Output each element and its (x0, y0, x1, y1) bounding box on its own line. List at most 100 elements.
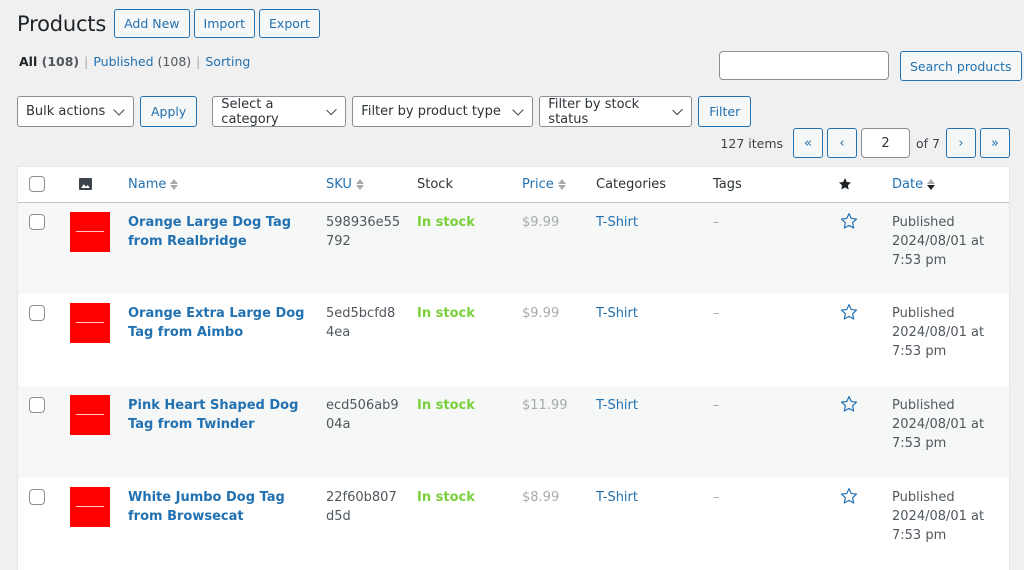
date-status: Published (892, 398, 955, 413)
product-tags: – (713, 214, 720, 230)
product-price: $8.99 (522, 490, 560, 505)
date-value: 2024/08/01 at 7:53 pm (892, 509, 985, 543)
row-select-cell (18, 294, 62, 386)
categories-header: Categories (588, 167, 705, 203)
search-input[interactable] (719, 51, 889, 80)
stock-status: In stock (417, 306, 475, 321)
date-value: 2024/08/01 at 7:53 pm (892, 325, 985, 359)
sku-cell: 5ed5bcfd84ea (318, 294, 409, 386)
prev-page-button[interactable]: ‹ (827, 128, 858, 158)
product-thumbnail[interactable] (70, 395, 110, 435)
row-checkbox[interactable] (29, 213, 45, 230)
sort-icon (170, 178, 179, 190)
items-count: 127 items (720, 135, 784, 151)
category-cell: T-Shirt (588, 202, 705, 294)
first-page-button[interactable]: « (793, 128, 824, 158)
featured-cell (828, 202, 884, 294)
tags-cell: – (705, 202, 828, 294)
bulk-actions-select[interactable]: Bulk actions (17, 96, 134, 127)
star-icon (838, 178, 852, 190)
name-header[interactable]: Name (120, 167, 318, 203)
sku-cell: 598936e55792 (318, 202, 409, 294)
apply-button[interactable]: Apply (140, 96, 198, 127)
product-thumbnail[interactable] (70, 303, 110, 343)
search-products-button[interactable]: Search products (900, 51, 1022, 81)
row-select-cell (18, 478, 62, 570)
product-type-select[interactable]: Filter by product type (352, 96, 534, 127)
stock-status-select[interactable]: Filter by stock status (539, 96, 693, 127)
select-all-cell (18, 167, 62, 203)
import-button[interactable]: Import (193, 9, 256, 38)
stock-status: In stock (417, 490, 475, 505)
price-header[interactable]: Price (514, 167, 588, 203)
sku-sort-link[interactable]: SKU (326, 177, 364, 192)
stock-cell: In stock (409, 202, 514, 294)
view-all-link[interactable]: All (108) (19, 54, 79, 69)
total-pages: of 7 (916, 135, 940, 151)
current-page-input[interactable] (861, 128, 911, 158)
row-checkbox[interactable] (29, 397, 45, 413)
stock-status: In stock (417, 214, 475, 230)
stock-cell: In stock (409, 478, 514, 570)
product-tags: – (713, 398, 720, 413)
stock-cell: In stock (409, 294, 514, 386)
category-link[interactable]: T-Shirt (596, 398, 638, 413)
export-button[interactable]: Export (259, 9, 320, 38)
featured-star-icon[interactable] (840, 487, 858, 505)
featured-star-icon[interactable] (840, 212, 858, 230)
featured-star-icon[interactable] (840, 303, 858, 321)
tags-header: Tags (705, 167, 828, 203)
sku-header[interactable]: SKU (318, 167, 409, 203)
date-sort-link[interactable]: Date (892, 177, 936, 192)
search-box: Search products (719, 51, 1022, 81)
product-price: $9.99 (522, 306, 560, 321)
name-cell: White Jumbo Dog Tag from Browsecat (120, 478, 318, 570)
view-published-label: Published (93, 54, 154, 69)
category-link[interactable]: T-Shirt (596, 490, 638, 505)
add-new-button[interactable]: Add New (114, 9, 190, 38)
product-thumbnail[interactable] (70, 487, 110, 527)
price-cell: $8.99 (514, 478, 588, 570)
product-name-link[interactable]: Pink Heart Shaped Dog Tag from Twinder (128, 398, 298, 432)
product-price: $9.99 (522, 214, 560, 230)
category-link[interactable]: T-Shirt (596, 306, 638, 321)
price-sort-link[interactable]: Price (522, 177, 566, 192)
thumb-header (62, 167, 120, 203)
sort-icon (557, 178, 566, 190)
stock-status-label: Filter by stock status (548, 96, 640, 127)
filter-button[interactable]: Filter (698, 96, 752, 127)
separator: | (84, 54, 89, 69)
category-link[interactable]: T-Shirt (596, 215, 638, 230)
product-thumbnail[interactable] (70, 211, 110, 252)
last-page-button[interactable]: » (980, 128, 1010, 158)
product-name-link[interactable]: Orange Large Dog Tag from Realbridge (128, 215, 291, 249)
name-sort-link[interactable]: Name (128, 177, 179, 192)
next-page-button[interactable]: › (946, 128, 976, 158)
product-name-link[interactable]: Orange Extra Large Dog Tag from Aimbo (128, 306, 304, 340)
product-sku: 598936e55792 (326, 214, 401, 249)
date-status: Published (892, 306, 955, 321)
category-cell: T-Shirt (588, 386, 705, 478)
product-tags: – (713, 490, 720, 505)
category-cell: T-Shirt (588, 478, 705, 570)
select-all-checkbox[interactable] (29, 176, 45, 193)
filter-bar: Bulk actions Apply Select a category Fil… (17, 96, 752, 127)
table-row: White Jumbo Dog Tag from Browsecat 22f60… (18, 478, 1009, 570)
category-select[interactable]: Select a category (212, 96, 347, 127)
view-published-link[interactable]: Published (108) (93, 54, 191, 69)
sku-cell: 22f60b807d5d (318, 478, 409, 570)
table-row: Orange Extra Large Dog Tag from Aimbo 5e… (18, 294, 1009, 386)
row-checkbox[interactable] (29, 305, 45, 321)
thumb-cell (62, 386, 120, 478)
sort-icon (355, 178, 364, 190)
date-header[interactable]: Date (884, 167, 1009, 203)
view-sorting-link[interactable]: Sorting (205, 54, 250, 69)
view-published-count: (108) (157, 54, 192, 69)
table-row: Pink Heart Shaped Dog Tag from Twinder e… (18, 386, 1009, 478)
product-name-link[interactable]: White Jumbo Dog Tag from Browsecat (128, 490, 285, 524)
separator: | (196, 54, 201, 69)
date-cell: Published 2024/08/01 at 7:53 pm (884, 294, 1009, 386)
featured-star-icon[interactable] (840, 395, 858, 413)
stock-cell: In stock (409, 386, 514, 478)
row-checkbox[interactable] (29, 489, 45, 505)
